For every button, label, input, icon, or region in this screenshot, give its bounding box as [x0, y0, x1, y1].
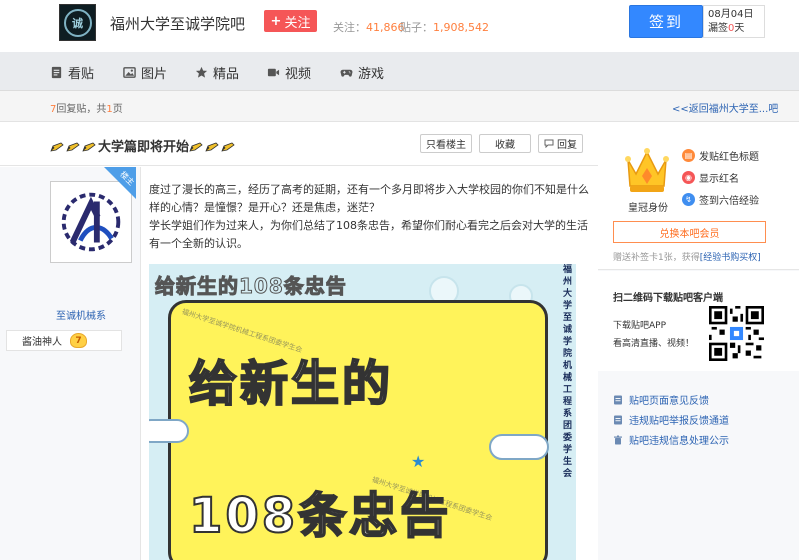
redname-icon: ◉: [682, 171, 695, 184]
author-level-name: 酱油神人: [22, 337, 62, 348]
level-badge: 7: [70, 333, 87, 348]
tieba-thread-page: 诚 福州大学至诚学院吧 + 关注 关注：41,866 贴子：1,908,542 …: [0, 0, 799, 560]
trash-icon: [614, 435, 622, 444]
video-icon: [267, 68, 280, 77]
star-icon: [195, 66, 208, 78]
reply-button[interactable]: 回复: [538, 134, 583, 153]
tab-label: 精品: [213, 67, 240, 82]
tab-shipin[interactable]: 视频: [267, 63, 311, 82]
exp-book-link[interactable]: [经验书购买权]: [700, 253, 761, 263]
post-poster-image[interactable]: 给新生的108条忠告 福州大学至诚学院机械工程系团委学生会 福州大学至诚学院机械…: [149, 264, 576, 560]
redeem-vip-button[interactable]: 兑换本吧会员: [613, 221, 766, 243]
crown-label: 皇冠身份: [628, 203, 668, 214]
image-icon: [123, 67, 136, 78]
only-op-button[interactable]: 只看楼主: [420, 134, 472, 153]
sign-info-box: 08月04日 漏签0天: [703, 5, 765, 38]
lightning-icon: ↯: [682, 193, 695, 206]
follow-label: 关注: [284, 15, 311, 31]
posts-count: 1,908,542: [433, 21, 489, 34]
author-column: 楼主 至诚机械系 酱油神人 7: [0, 167, 141, 560]
feedback-link-report[interactable]: 违规贴吧举报反馈通道: [613, 412, 729, 427]
back-to-forum-link[interactable]: <<返回福州大学至...吧: [672, 100, 778, 115]
school-emblem-icon: 诚: [63, 8, 92, 37]
sign-date: 08月04日: [708, 9, 754, 20]
document-icon: [614, 395, 622, 404]
paper-icon: ▤: [682, 149, 695, 162]
forum-name[interactable]: 福州大学至诚学院吧: [110, 13, 245, 34]
gamepad-icon: [340, 69, 353, 77]
pencil-emoji-icon: [66, 141, 80, 152]
sign-bonus-text: 赠送补签卡1张，获得[经验书购买权]: [613, 253, 761, 263]
poster-side-text: 福州大学至诚学院机械工程系团委学生会: [563, 265, 573, 479]
follow-count-stat: 关注：41,866: [333, 21, 405, 34]
op-badge: 楼主: [104, 167, 136, 199]
perk-red-name: ◉ 显示红名: [682, 170, 739, 185]
qr-description: 下载贴吧APP 看高清直播、视频！: [613, 321, 695, 349]
tab-label: 图片: [141, 67, 168, 82]
sign-streak: 漏签0天: [708, 23, 745, 34]
post-paragraph: 学长学姐们作为过来人，为你们总结了108条忠告，希望你们耐心看完之后会对大学的生…: [149, 219, 588, 250]
perk-sign-exp: ↯ 签到六倍经验: [682, 192, 759, 207]
tab-tupian[interactable]: 图片: [123, 63, 167, 82]
tab-label: 游戏: [358, 67, 385, 82]
plus-icon: +: [270, 13, 282, 29]
cloud-decoration: [149, 419, 189, 443]
signin-button[interactable]: 签到: [629, 5, 703, 38]
star-decoration-icon: ★: [411, 452, 426, 471]
tab-youxi[interactable]: 游戏: [340, 63, 384, 82]
post-title: 大学篇即将开始: [50, 136, 237, 155]
cloud-decoration: [489, 434, 549, 460]
forum-logo[interactable]: 诚: [59, 4, 96, 41]
thread-stats: 7回复贴，共1页: [50, 104, 123, 115]
poster-big-title-2: 108条忠告: [188, 487, 452, 545]
document-icon: [614, 415, 622, 424]
feedback-link-page[interactable]: 贴吧页面意见反馈: [613, 392, 709, 407]
feedback-link-violation[interactable]: 贴吧违规信息处理公示: [613, 432, 729, 447]
post-title-row: 大学篇即将开始 只看楼主 收藏 回复: [0, 122, 598, 166]
pencil-emoji-icon: [189, 141, 203, 152]
forum-header: 诚 福州大学至诚学院吧 + 关注 关注：41,866 贴子：1,908,542 …: [0, 0, 799, 52]
poster-big-title-1: 给新生的: [188, 355, 394, 413]
tab-kantie[interactable]: 看贴: [50, 63, 94, 82]
post-paragraph: 度过了漫长的高三，经历了高考的延期，还有一个多月即将步入大学校园的你们不知是什么…: [149, 183, 589, 214]
author-level[interactable]: 酱油神人 7: [6, 330, 122, 351]
qr-code-icon[interactable]: [709, 306, 764, 361]
document-icon: [51, 66, 62, 79]
poster-top-title: 给新生的108条忠告: [155, 274, 347, 299]
qr-title: 扫二维码下载贴吧客户端: [613, 293, 723, 304]
thread-info-bar: 7回复贴，共1页 <<返回福州大学至...吧: [0, 91, 799, 122]
right-sidebar: 皇冠身份 ▤ 发贴红色标题 ◉ 显示红名 ↯ 签到六倍经验 兑换本吧会员 赠送补…: [598, 122, 799, 560]
favorite-button[interactable]: 收藏: [479, 134, 531, 153]
post-area: 大学篇即将开始 只看楼主 收藏 回复 楼主 至诚机械系 酱油神人 7 度过了漫长…: [0, 122, 598, 560]
posts-count-stat: 贴子：1,908,542: [400, 21, 489, 34]
pencil-emoji-icon: [205, 141, 219, 152]
post-content: 度过了漫长的高三，经历了高考的延期，还有一个多月即将步入大学校园的你们不知是什么…: [149, 181, 589, 253]
tab-label: 看贴: [68, 67, 95, 82]
follow-count: 41,866: [366, 21, 405, 34]
crown-icon: [625, 148, 669, 192]
tab-jingpin[interactable]: 精品: [195, 63, 239, 82]
pencil-emoji-icon: [50, 141, 64, 152]
post-title-text: 大学篇即将开始: [98, 140, 190, 155]
perk-red-title: ▤ 发贴红色标题: [682, 148, 759, 163]
pencil-emoji-icon: [82, 141, 96, 152]
forum-nav: 看贴 图片 精品 视频 游戏: [0, 52, 799, 91]
author-name[interactable]: 至诚机械系: [56, 307, 106, 322]
app-download-panel: 扫二维码下载贴吧客户端 下载贴吧APP 看高清直播、视频！: [598, 271, 799, 371]
pencil-emoji-icon: [221, 141, 235, 152]
vip-panel: 皇冠身份 ▤ 发贴红色标题 ◉ 显示红名 ↯ 签到六倍经验 兑换本吧会员 赠送补…: [598, 122, 799, 270]
comment-icon: [544, 139, 554, 148]
tab-label: 视频: [285, 67, 312, 82]
follow-button[interactable]: + 关注: [264, 10, 317, 32]
